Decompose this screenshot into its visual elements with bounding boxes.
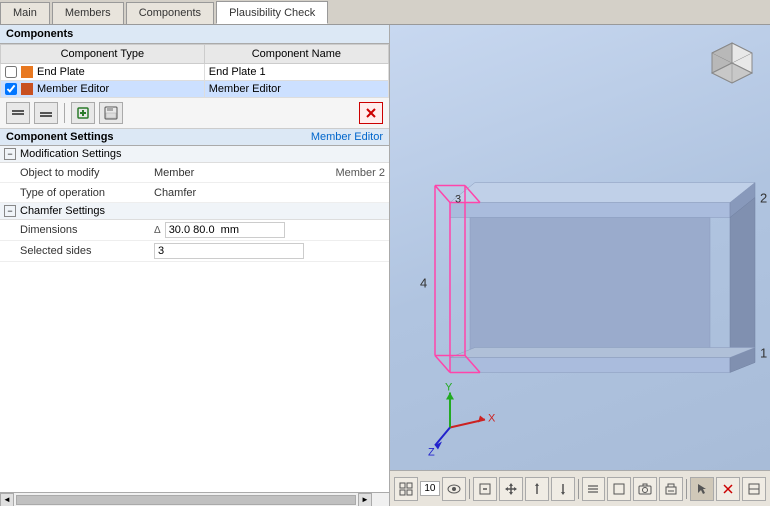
object-to-modify-row: Object to modify Member Member 2 — [0, 163, 389, 183]
dimensions-label: Dimensions — [0, 222, 150, 238]
zoom-fit-button[interactable] — [473, 477, 497, 501]
row1-type: End Plate — [37, 66, 85, 78]
components-toolbar — [0, 98, 389, 129]
tab-members[interactable]: Members — [52, 2, 124, 24]
label-4: 4 — [420, 276, 427, 291]
3d-scene[interactable]: 2 1 4 3 X Y — [390, 25, 770, 470]
type-of-operation-v1: Chamfer — [154, 187, 196, 199]
bottom-scrollbar[interactable]: ◄ ► — [0, 492, 389, 506]
fullscreen-button[interactable] — [742, 477, 766, 501]
chamfer-group-header[interactable]: − Chamfer Settings — [0, 203, 389, 220]
camera-button[interactable] — [633, 477, 657, 501]
main-content: Components Component Type Component Name — [0, 25, 770, 506]
settings-header: Component Settings Member Editor — [0, 129, 389, 146]
table-row[interactable]: Member Editor Member Editor — [1, 81, 389, 98]
components-section-header: Components — [0, 25, 389, 44]
zoom-out-button[interactable] — [551, 477, 575, 501]
scroll-left-arrow[interactable]: ◄ — [0, 493, 14, 506]
zoom-in-button[interactable] — [525, 477, 549, 501]
settings-panel: Component Settings Member Editor − Modif… — [0, 129, 389, 492]
move-down-button[interactable] — [34, 102, 58, 124]
svg-text:Z: Z — [428, 447, 435, 459]
modification-group-label: Modification Settings — [20, 148, 122, 160]
eye-button[interactable] — [442, 477, 466, 501]
svg-text:X: X — [488, 413, 496, 425]
settings-header-context: Member Editor — [311, 131, 383, 143]
app-container: Main Members Components Plausibility Che… — [0, 0, 770, 506]
collapse-icon-modification[interactable]: − — [4, 148, 16, 160]
scroll-thumb[interactable] — [16, 495, 356, 505]
svg-text:Y: Y — [445, 382, 453, 394]
modification-settings-group: − Modification Settings Object to modify… — [0, 146, 389, 203]
close-view-button[interactable] — [716, 477, 740, 501]
view-toolbar: 10 — [390, 470, 770, 506]
add-component-button[interactable] — [71, 102, 95, 124]
beam-3d-visual: 2 1 4 3 X Y — [390, 25, 770, 470]
label-1: 1 — [760, 346, 767, 361]
col-header-type: Component Type — [1, 45, 205, 64]
row2-name: Member Editor — [204, 81, 388, 98]
collapse-icon-chamfer[interactable]: − — [4, 205, 16, 217]
row1-color — [21, 66, 33, 78]
grid-button[interactable] — [394, 477, 418, 501]
type-of-operation-label: Type of operation — [0, 185, 150, 201]
tab-bar: Main Members Components Plausibility Che… — [0, 0, 770, 25]
left-panel: Components Component Type Component Name — [0, 25, 390, 506]
object-to-modify-value: Member Member 2 — [150, 165, 389, 181]
selected-sides-field[interactable] — [154, 243, 304, 259]
row1-checkbox[interactable] — [5, 66, 17, 78]
layer-button[interactable] — [582, 477, 606, 501]
table-row[interactable]: End Plate End Plate 1 — [1, 64, 389, 81]
row2-checkbox[interactable] — [5, 83, 17, 95]
right-panel: 2 1 4 3 X Y — [390, 25, 770, 506]
selected-sides-label: Selected sides — [0, 243, 150, 259]
toolbar-separator — [64, 103, 65, 123]
label-2: 2 — [760, 191, 767, 206]
view-separator-2 — [578, 479, 579, 499]
save-button[interactable] — [99, 102, 123, 124]
type-of-operation-row: Type of operation Chamfer — [0, 183, 389, 203]
tab-plausibility[interactable]: Plausibility Check — [216, 1, 328, 24]
tab-main[interactable]: Main — [0, 2, 50, 24]
tab-components[interactable]: Components — [126, 2, 214, 24]
dimensions-row: Dimensions Δ — [0, 220, 389, 241]
modification-group-header[interactable]: − Modification Settings — [0, 146, 389, 163]
view-separator-3 — [686, 479, 687, 499]
object-to-modify-v1: Member — [154, 167, 194, 179]
row1-name: End Plate 1 — [204, 64, 388, 81]
selected-sides-row: Selected sides — [0, 241, 389, 262]
print-button[interactable] — [659, 477, 683, 501]
object-to-modify-v2: Member 2 — [335, 167, 385, 179]
delta-icon: Δ — [154, 225, 161, 236]
dimensions-field[interactable] — [165, 222, 285, 238]
type-of-operation-value: Chamfer — [150, 185, 389, 201]
move-up-button[interactable] — [6, 102, 30, 124]
view-number-badge: 10 — [420, 481, 440, 496]
pointer-button[interactable] — [690, 477, 714, 501]
settings-header-title: Component Settings — [6, 131, 114, 143]
view-separator-1 — [469, 479, 470, 499]
render-button[interactable] — [607, 477, 631, 501]
delete-button[interactable] — [359, 102, 383, 124]
scroll-right-arrow[interactable]: ► — [358, 493, 372, 506]
row2-type: Member Editor — [37, 83, 109, 95]
components-table: Component Type Component Name End Plate — [0, 44, 389, 98]
label-3: 3 — [455, 194, 461, 206]
pan-button[interactable] — [499, 477, 523, 501]
col-header-name: Component Name — [204, 45, 388, 64]
chamfer-group-label: Chamfer Settings — [20, 205, 105, 217]
chamfer-settings-group: − Chamfer Settings Dimensions Δ Selected… — [0, 203, 389, 262]
row2-color — [21, 83, 33, 95]
selected-sides-value — [150, 241, 389, 261]
object-to-modify-label: Object to modify — [0, 165, 150, 181]
dimensions-value: Δ — [150, 220, 389, 240]
